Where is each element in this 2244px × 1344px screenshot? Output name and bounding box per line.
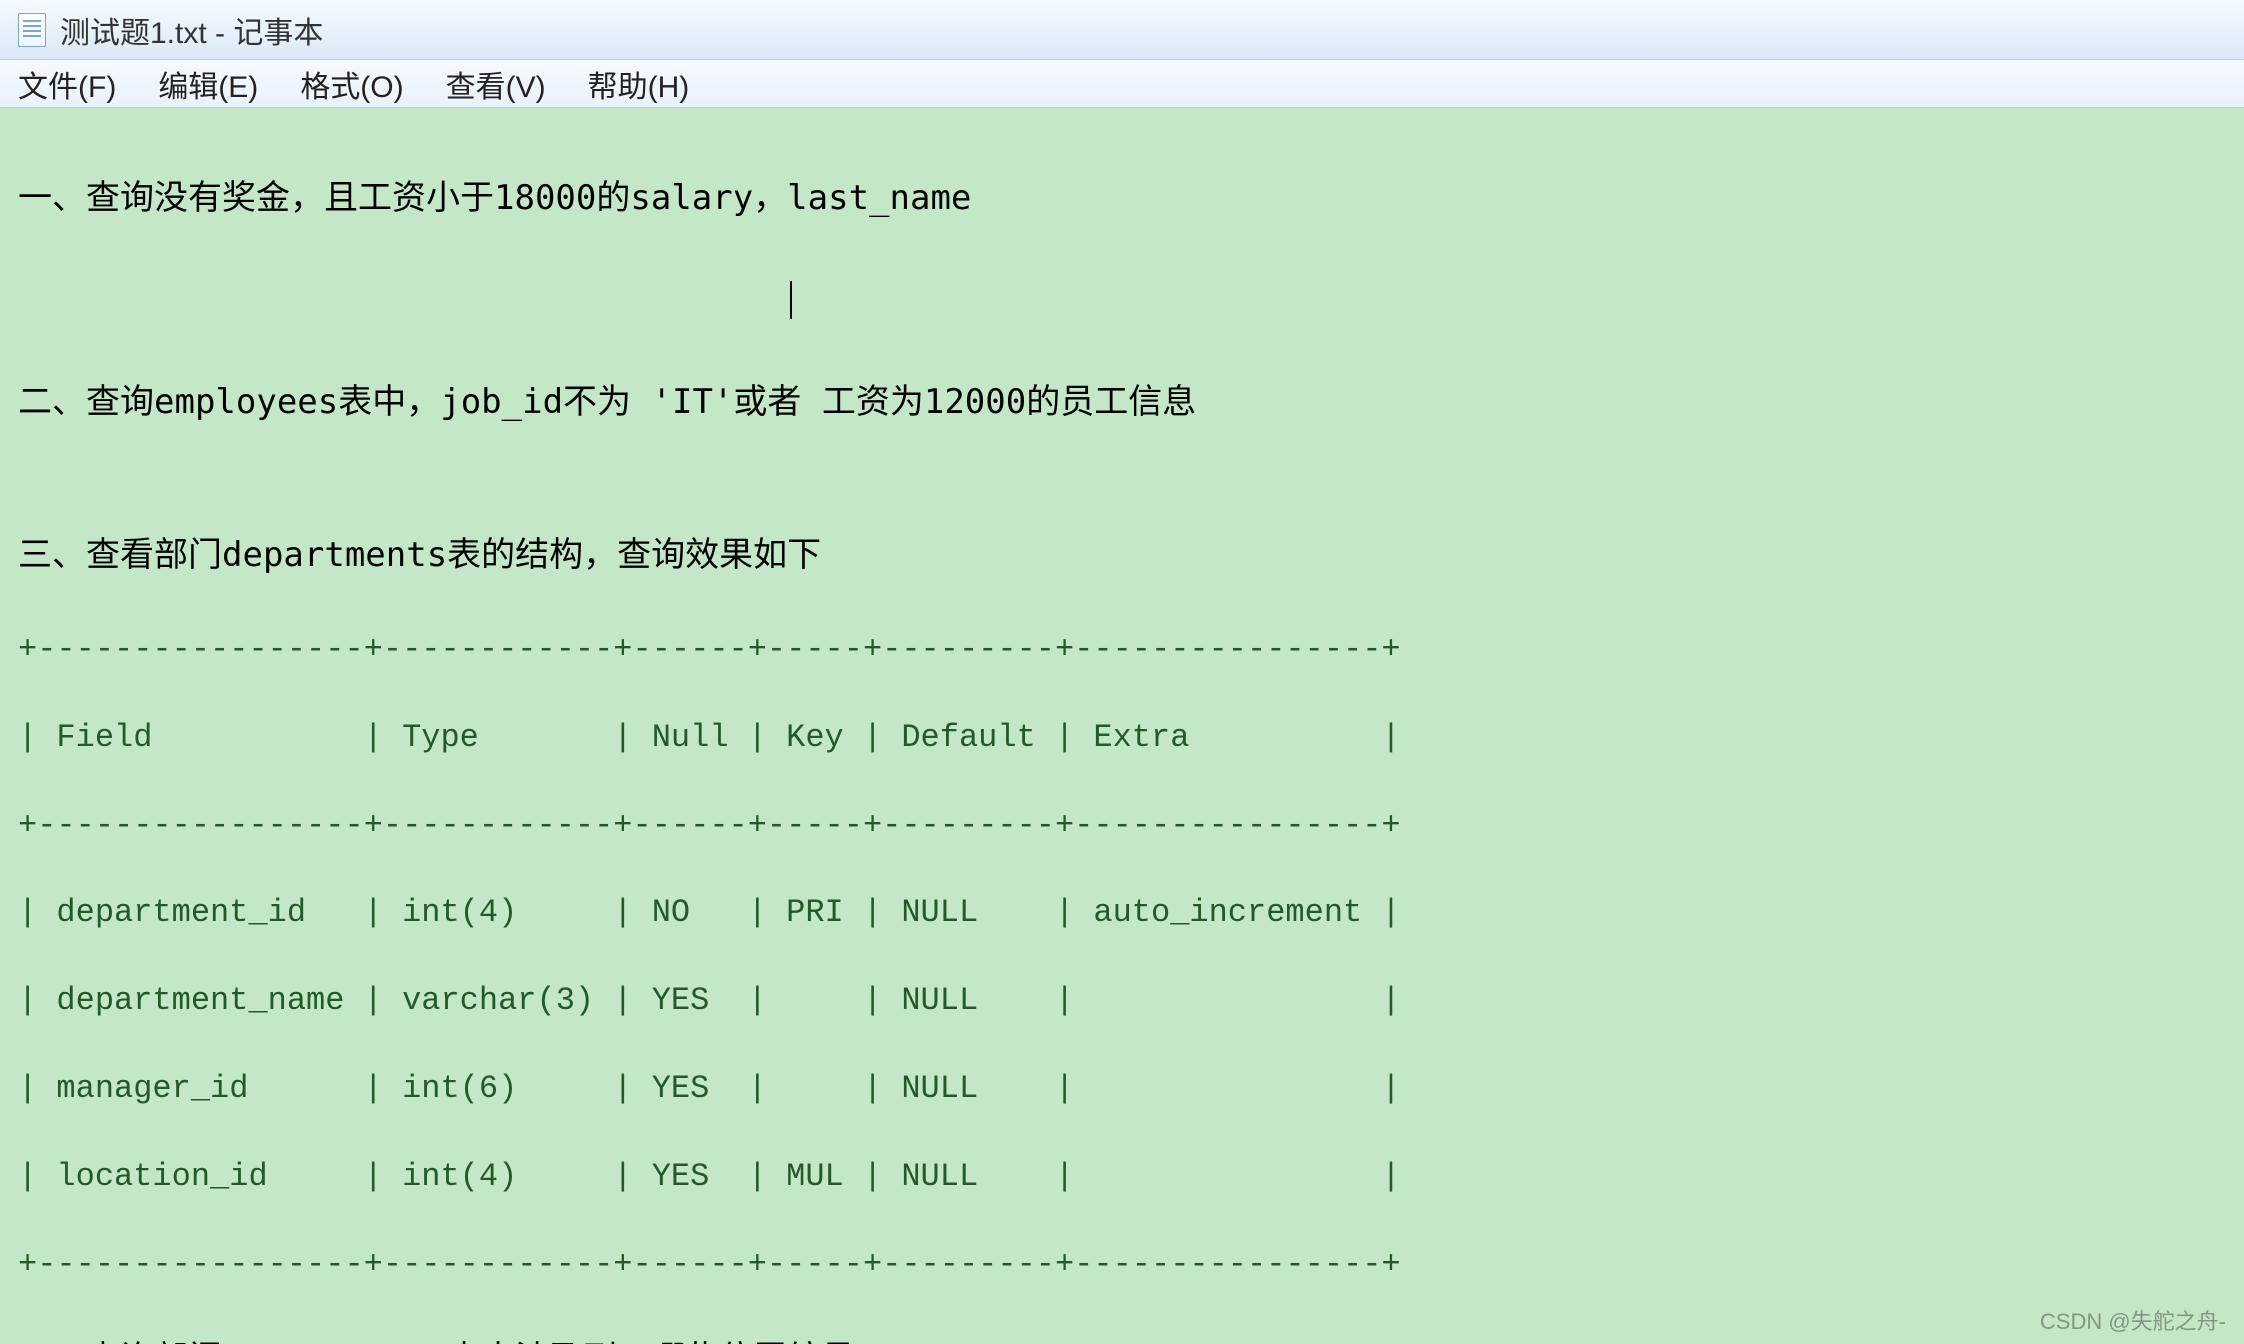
content-line: 三、查看部门departments表的结构，查询效果如下 xyxy=(18,530,2226,581)
content-line: 四、查询部门departments表中涉及到了哪些位置编号 xyxy=(18,1334,2226,1344)
menu-view[interactable]: 查看(V) xyxy=(446,62,546,106)
ascii-table-row: | location_id | int(4) | YES | MUL | NUL… xyxy=(18,1159,2226,1196)
document-icon xyxy=(18,13,46,47)
ascii-table-header: | Field | Type | Null | Key | Default | … xyxy=(18,720,2226,757)
text-editor-area[interactable]: 一、查询没有奖金，且工资小于18000的salary，last_name 二、查… xyxy=(0,108,2244,1344)
ascii-table-row: | department_id | int(4) | NO | PRI | NU… xyxy=(18,895,2226,932)
menu-format[interactable]: 格式(O) xyxy=(300,62,403,106)
content-line: 二、查询employees表中，job_id不为 'IT'或者 工资为12000… xyxy=(18,377,2226,428)
ascii-table-row: | manager_id | int(6) | YES | | NULL | | xyxy=(18,1071,2226,1108)
ascii-table-border: +-----------------+------------+------+-… xyxy=(18,1247,2226,1284)
window-title: 测试题1.txt - 记事本 xyxy=(60,8,323,52)
ascii-table-row: | department_name | varchar(3) | YES | |… xyxy=(18,983,2226,1020)
ascii-table-border: +-----------------+------------+------+-… xyxy=(18,808,2226,845)
menu-file[interactable]: 文件(F) xyxy=(18,62,116,106)
ascii-table-border: +-----------------+------------+------+-… xyxy=(18,632,2226,669)
menu-edit[interactable]: 编辑(E) xyxy=(158,62,258,106)
content-line: 一、查询没有奖金，且工资小于18000的salary，last_name xyxy=(18,173,2226,224)
title-bar: 测试题1.txt - 记事本 xyxy=(0,0,2244,60)
text-cursor-icon xyxy=(790,281,792,319)
watermark: CSDN @失舵之舟- xyxy=(2040,1305,2226,1338)
menu-help[interactable]: 帮助(H) xyxy=(588,62,690,106)
menu-bar: 文件(F) 编辑(E) 格式(O) 查看(V) 帮助(H) xyxy=(0,60,2244,108)
